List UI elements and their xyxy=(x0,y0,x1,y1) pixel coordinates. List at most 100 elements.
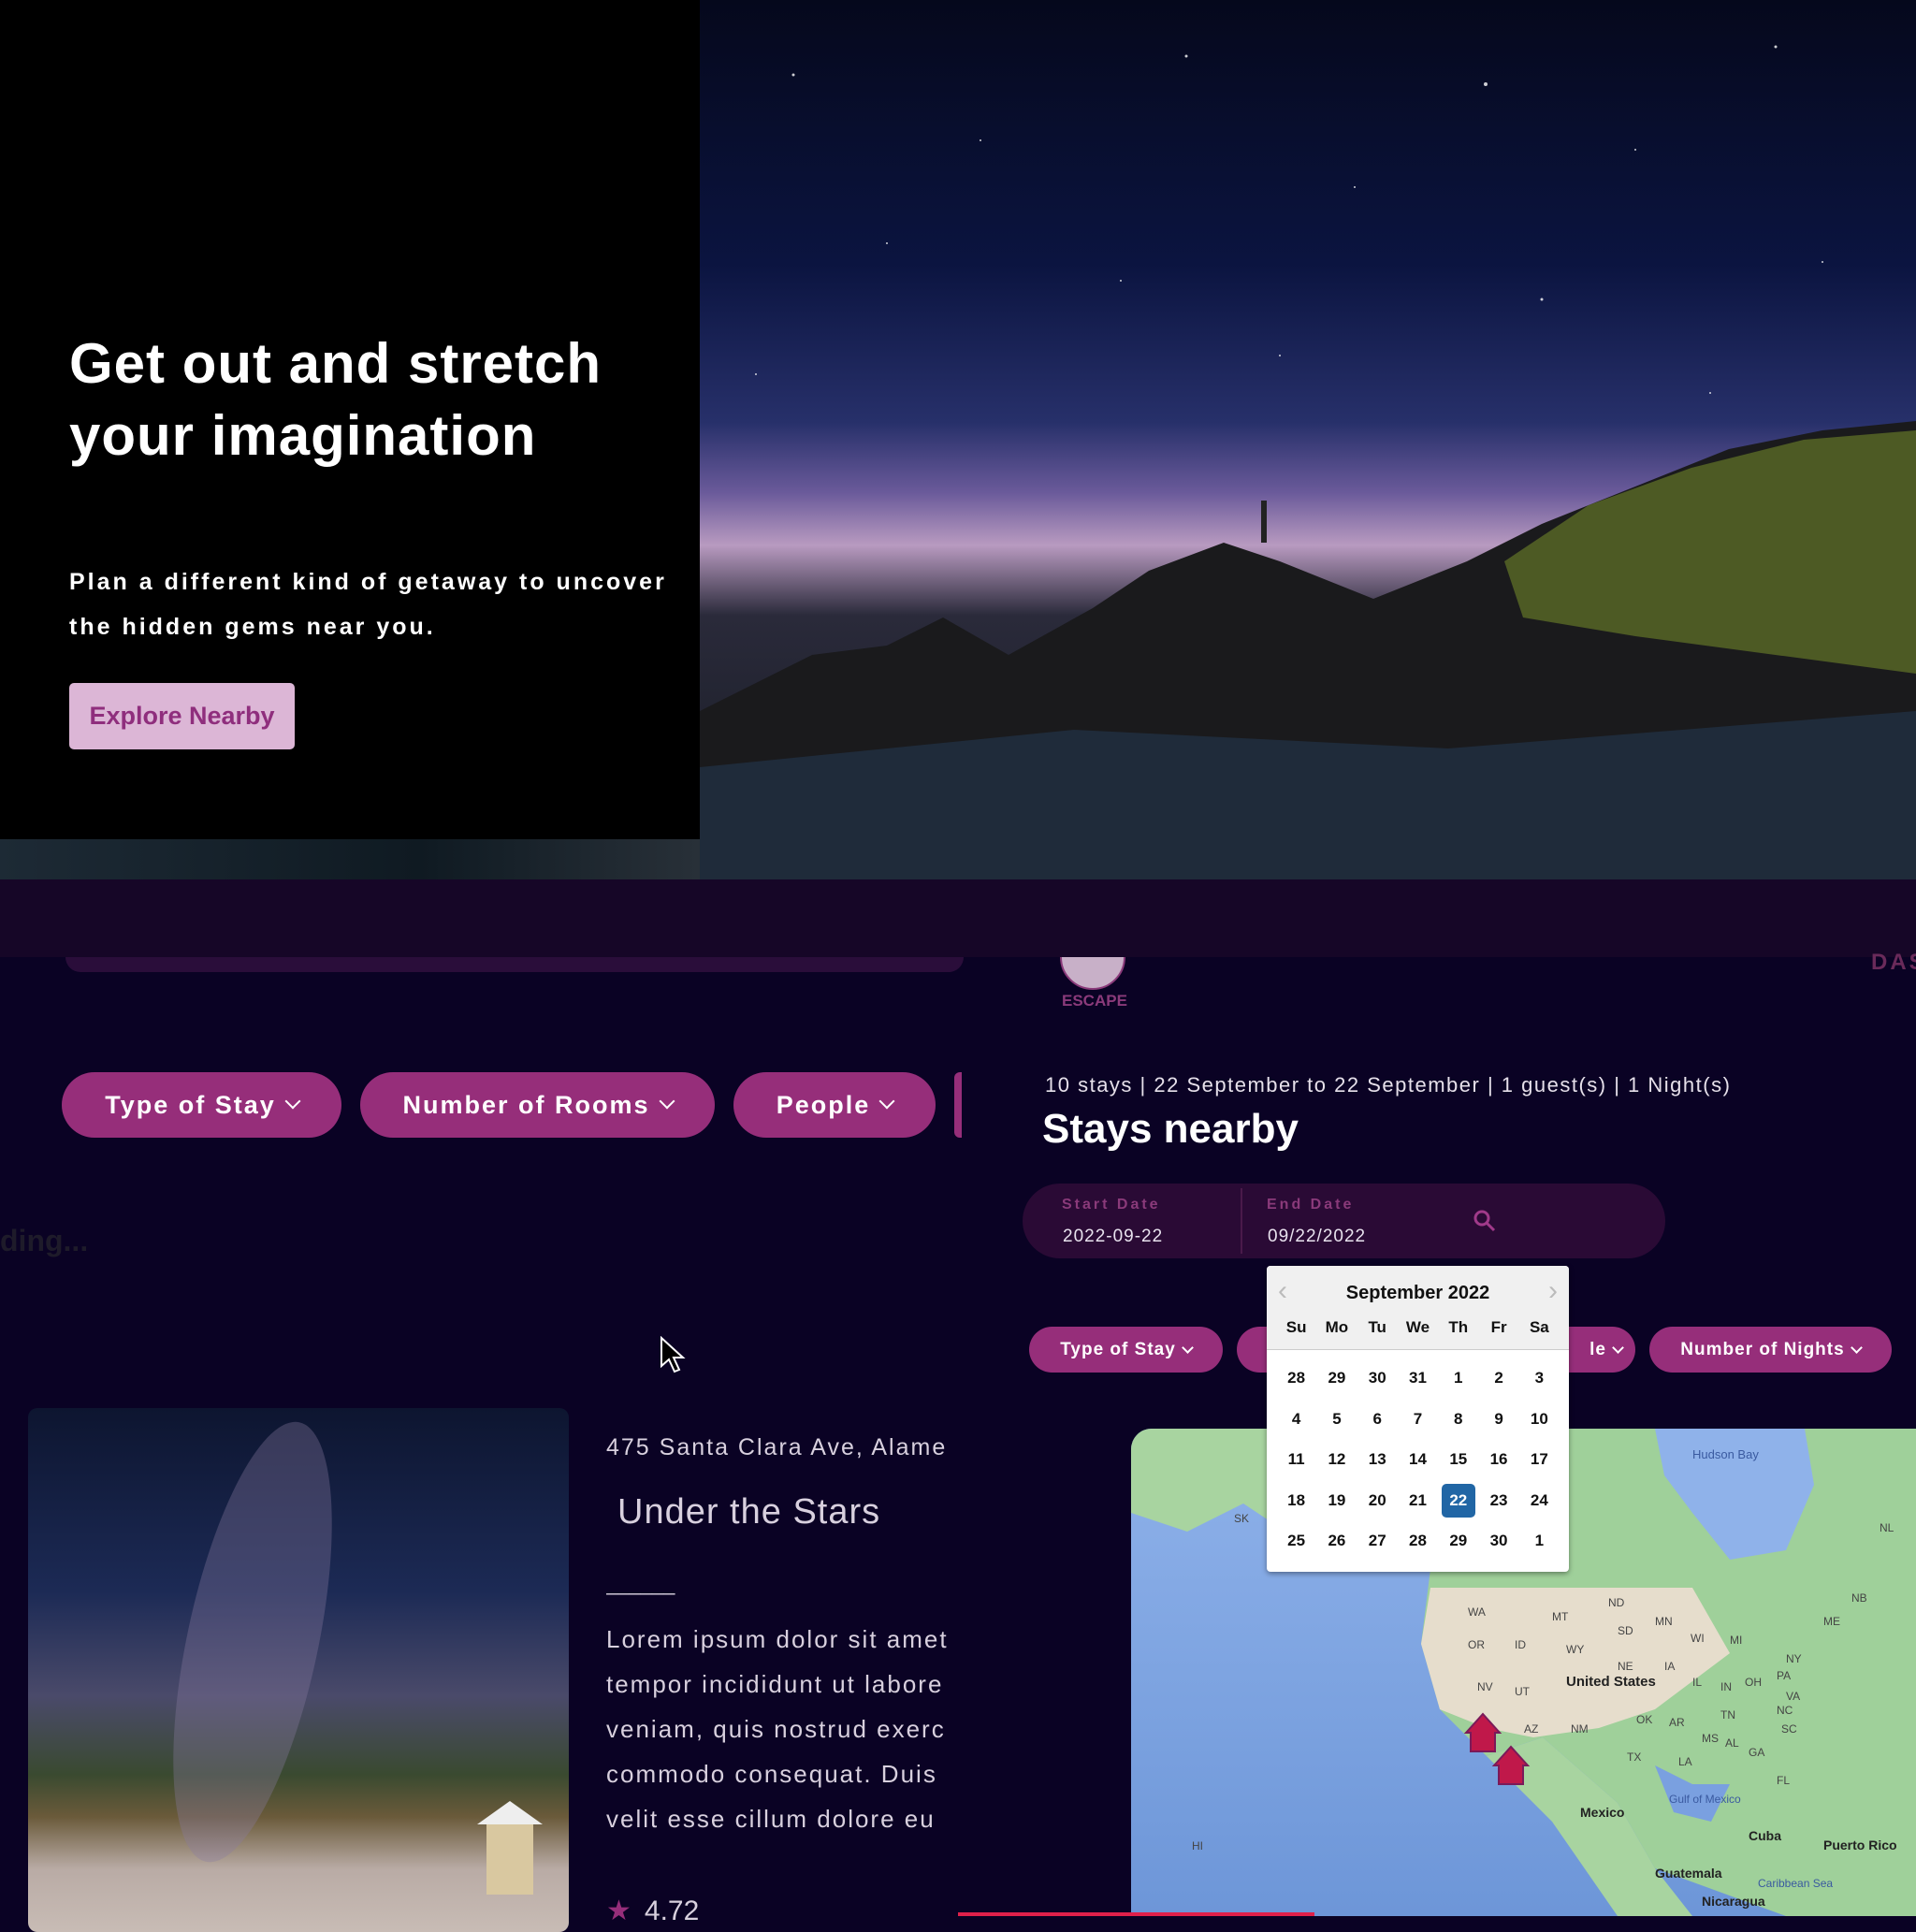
chevron-down-icon xyxy=(878,1093,895,1110)
calendar-header: ‹ September 2022 › Su Mo Tu We Th Fr Sa xyxy=(1267,1266,1569,1350)
start-date-input[interactable]: 2022-09-22 xyxy=(1063,1227,1163,1247)
calendar-day[interactable]: 5 xyxy=(1320,1402,1354,1436)
filter-number-of-nights[interactable]: Number of Nights xyxy=(1649,1327,1892,1373)
weekday-label: Mo xyxy=(1325,1318,1349,1336)
calendar-day[interactable]: 31 xyxy=(1401,1361,1434,1395)
map-label: NY xyxy=(1786,1652,1802,1665)
filter-number-of-rooms[interactable]: Number of Rooms xyxy=(360,1072,715,1138)
map-label: United States xyxy=(1566,1674,1656,1690)
listing-photo[interactable] xyxy=(28,1408,569,1932)
nav-link-partial[interactable]: DAS xyxy=(1871,950,1916,976)
map-label: MI xyxy=(1730,1634,1742,1647)
map-label: NM xyxy=(1571,1722,1589,1736)
calendar-day[interactable]: 16 xyxy=(1482,1443,1516,1476)
listing-divider: ______ xyxy=(606,1572,675,1595)
filter-people[interactable]: People xyxy=(733,1072,936,1138)
calendar-day[interactable]: 26 xyxy=(1320,1524,1354,1558)
map-label: AZ xyxy=(1524,1722,1538,1736)
star-icon: ★ xyxy=(606,1896,631,1926)
map-label: Caribbean Sea xyxy=(1758,1877,1833,1890)
calendar-day[interactable]: 23 xyxy=(1482,1484,1516,1518)
map-label: TN xyxy=(1720,1708,1735,1721)
next-month-icon[interactable]: › xyxy=(1548,1275,1558,1307)
map-label: OR xyxy=(1468,1638,1485,1651)
calendar-month: September 2022 xyxy=(1345,1283,1490,1303)
weekday-label: Sa xyxy=(1529,1318,1549,1336)
calendar-day[interactable]: 3 xyxy=(1522,1361,1556,1395)
mouse-pointer-icon xyxy=(660,1335,686,1378)
hero-night-sky-photo xyxy=(700,0,1916,879)
calendar-week: 25 26 27 28 29 30 1 xyxy=(1276,1524,1560,1558)
map-label: Hudson Bay xyxy=(1692,1447,1759,1461)
map-label: NE xyxy=(1618,1660,1633,1673)
map-label: Gulf of Mexico xyxy=(1669,1793,1741,1806)
calendar-day[interactable]: 9 xyxy=(1482,1402,1516,1436)
weekday-label: Th xyxy=(1448,1318,1469,1336)
calendar-day[interactable]: 8 xyxy=(1442,1402,1475,1436)
calendar-day[interactable]: 17 xyxy=(1522,1443,1556,1476)
calendar-day[interactable]: 1 xyxy=(1442,1361,1475,1395)
milky-way-beach-illustration xyxy=(173,1421,543,1895)
map-label: WA xyxy=(1468,1605,1486,1619)
search-summary: 10 stays | 22 September to 22 September … xyxy=(1045,1073,1732,1097)
calendar-day[interactable]: 30 xyxy=(1360,1361,1394,1395)
video-progress-bar[interactable] xyxy=(958,1912,1314,1916)
map-label: OH xyxy=(1745,1676,1762,1689)
filter-label: Number of Nights xyxy=(1680,1339,1845,1359)
calendar-day[interactable]: 1 xyxy=(1522,1524,1556,1558)
date-picker-popup[interactable]: ‹ September 2022 › Su Mo Tu We Th Fr Sa 28 29 30… xyxy=(1267,1266,1569,1572)
calendar-day[interactable]: 27 xyxy=(1360,1524,1394,1558)
explore-nearby-button[interactable]: Explore Nearby xyxy=(69,683,295,749)
calendar-day[interactable]: 21 xyxy=(1401,1484,1434,1518)
map-label: SD xyxy=(1618,1624,1633,1637)
filter-type-of-stay[interactable]: Type of Stay xyxy=(62,1072,341,1138)
end-date-label: End Date xyxy=(1267,1197,1355,1213)
calendar-day[interactable]: 28 xyxy=(1401,1524,1434,1558)
calendar-day[interactable]: 7 xyxy=(1401,1402,1434,1436)
calendar-day[interactable]: 11 xyxy=(1280,1443,1314,1476)
map-label: UT xyxy=(1515,1685,1531,1698)
description-line: Lorem ipsum dolor sit amet xyxy=(606,1625,949,1653)
map-label: Mexico xyxy=(1580,1805,1624,1820)
calendar-day[interactable]: 22 xyxy=(1441,1483,1475,1518)
hero-panel: Get out and stretch your imagination Pla… xyxy=(0,0,700,839)
map-label: MN xyxy=(1655,1615,1673,1628)
calendar-week: 11 12 13 14 15 16 17 xyxy=(1276,1443,1560,1476)
hero-landscape-illustration xyxy=(700,45,1916,879)
calendar-day[interactable]: 4 xyxy=(1280,1402,1314,1436)
map-label: PA xyxy=(1777,1669,1791,1682)
calendar-day[interactable]: 19 xyxy=(1320,1484,1354,1518)
calendar-day[interactable]: 18 xyxy=(1280,1484,1314,1518)
calendar-day[interactable]: 10 xyxy=(1522,1402,1556,1436)
calendar-day[interactable]: 29 xyxy=(1442,1524,1475,1558)
map-label: Nicaragua xyxy=(1702,1894,1765,1909)
calendar-day[interactable]: 29 xyxy=(1320,1361,1354,1395)
calendar-day[interactable]: 15 xyxy=(1442,1443,1475,1476)
calendar-day[interactable]: 20 xyxy=(1360,1484,1394,1518)
calendar-day[interactable]: 13 xyxy=(1360,1443,1394,1476)
calendar-day[interactable]: 12 xyxy=(1320,1443,1354,1476)
map-label: VA xyxy=(1786,1690,1800,1703)
listing-title[interactable]: Under the Stars xyxy=(617,1492,969,1533)
weekday-label: Su xyxy=(1285,1318,1307,1336)
calendar-day[interactable]: 24 xyxy=(1522,1484,1556,1518)
calendar-day[interactable]: 25 xyxy=(1280,1524,1314,1558)
filter-partial[interactable] xyxy=(954,1072,962,1138)
calendar-day[interactable]: 28 xyxy=(1280,1361,1314,1395)
calendar-day[interactable]: 14 xyxy=(1401,1443,1434,1476)
map-label: ME xyxy=(1823,1615,1840,1628)
map-label: FL xyxy=(1777,1774,1790,1787)
calendar-day[interactable]: 6 xyxy=(1360,1402,1394,1436)
listing-rating: ★ 4.72 xyxy=(606,1895,699,1927)
filter-type-of-stay-right[interactable]: Type of Stay xyxy=(1029,1327,1223,1373)
search-bar-partial[interactable] xyxy=(65,957,964,972)
calendar-day[interactable]: 2 xyxy=(1482,1361,1516,1395)
map-label: IN xyxy=(1720,1680,1732,1693)
end-date-input[interactable]: 09/22/2022 xyxy=(1268,1227,1366,1247)
map-label: Guatemala xyxy=(1655,1866,1722,1881)
map-label: ND xyxy=(1608,1596,1625,1609)
calendar-day[interactable]: 30 xyxy=(1482,1524,1516,1558)
listing-address: 475 Santa Clara Ave, Alame xyxy=(606,1434,948,1460)
search-icon[interactable] xyxy=(1472,1208,1498,1239)
map-label: WI xyxy=(1691,1632,1705,1645)
